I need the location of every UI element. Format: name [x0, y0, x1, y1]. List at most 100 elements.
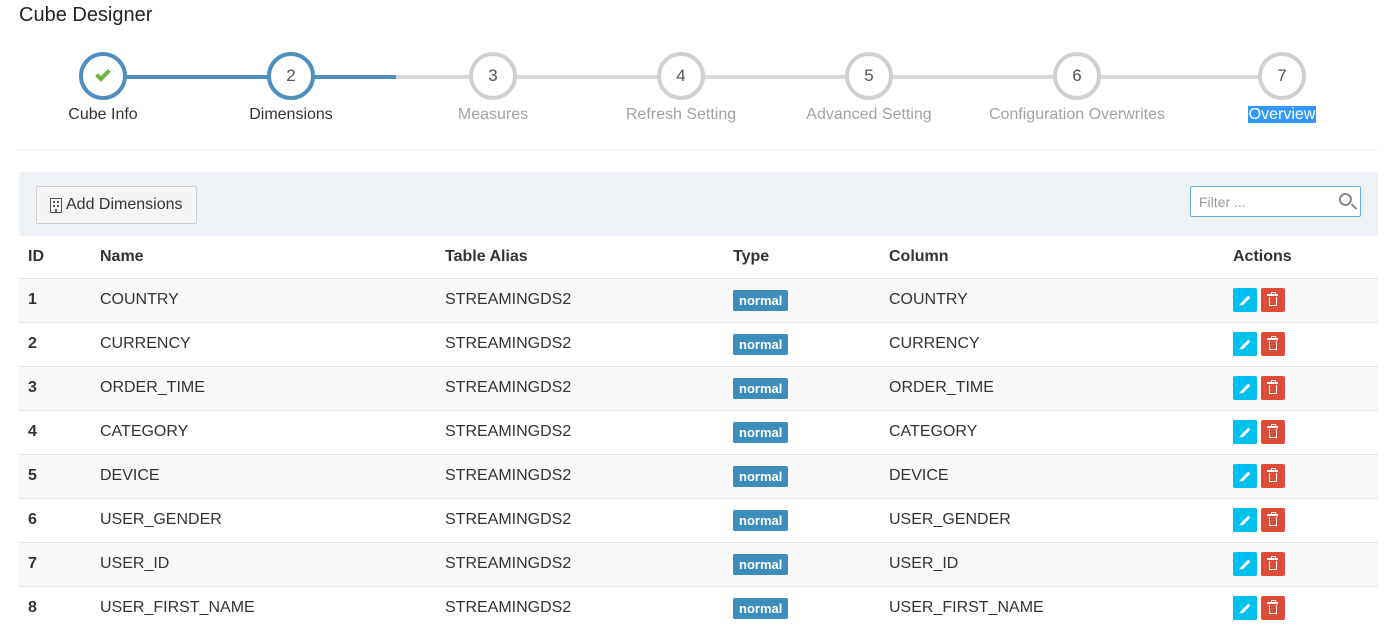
- table-row: 2 CURRENCY STREAMINGDS2 normal CURRENCY: [19, 321, 1378, 366]
- type-badge: normal: [733, 377, 789, 399]
- delete-button[interactable]: [1261, 332, 1285, 356]
- cell-type: normal: [724, 365, 880, 410]
- trash-icon: [1267, 600, 1278, 615]
- step-circle: 7: [1258, 52, 1306, 100]
- cell-id: 6: [19, 497, 91, 542]
- cell-type: normal: [724, 541, 880, 586]
- cell-type: normal: [724, 321, 880, 366]
- cell-column: USER_FIRST_NAME: [880, 585, 1224, 630]
- cell-column: ORDER_TIME: [880, 365, 1224, 410]
- cell-table-alias: STREAMINGDS2: [436, 277, 724, 322]
- cell-type: normal: [724, 409, 880, 454]
- step-circle: 4: [657, 52, 705, 100]
- check-icon: [95, 66, 111, 82]
- trash-icon: [1267, 468, 1278, 482]
- edit-button[interactable]: [1233, 596, 1257, 621]
- type-badge: normal: [733, 289, 789, 311]
- type-badge: normal: [733, 421, 789, 443]
- type-badge: normal: [733, 509, 789, 531]
- cell-name: ORDER_TIME: [91, 365, 436, 410]
- cell-table-alias: STREAMINGDS2: [436, 541, 724, 586]
- search-icon[interactable]: [1339, 193, 1352, 206]
- filter-box: [1190, 186, 1361, 217]
- step-circle: [79, 52, 127, 100]
- edit-button[interactable]: [1233, 332, 1257, 356]
- pencil-icon: [1240, 471, 1250, 481]
- table-row: 8 USER_FIRST_NAME STREAMINGDS2 normal US…: [19, 585, 1378, 630]
- cell-column: CURRENCY: [880, 321, 1224, 366]
- cell-actions: [1224, 541, 1378, 586]
- cell-actions: [1224, 585, 1378, 630]
- cell-type: normal: [724, 497, 880, 542]
- delete-button[interactable]: [1261, 376, 1285, 400]
- trash-icon: [1267, 292, 1278, 306]
- edit-button[interactable]: [1233, 420, 1257, 444]
- type-badge: normal: [733, 553, 789, 575]
- cell-table-alias: STREAMINGDS2: [436, 365, 724, 410]
- table-row: 1 COUNTRY STREAMINGDS2 normal COUNTRY: [19, 277, 1378, 322]
- cell-actions: [1224, 321, 1378, 366]
- cell-actions: [1224, 497, 1378, 542]
- cell-id: 8: [19, 585, 91, 630]
- cell-name: COUNTRY: [91, 277, 436, 322]
- page-title: Cube Designer: [19, 4, 153, 26]
- cell-column: DEVICE: [880, 453, 1224, 498]
- pencil-icon: [1240, 603, 1250, 614]
- table-header-row: ID Name Table Alias Type Column Actions: [19, 236, 1378, 279]
- step-circle: 3: [469, 52, 517, 100]
- cell-name: CATEGORY: [91, 409, 436, 454]
- cell-name: DEVICE: [91, 453, 436, 498]
- table-row: 3 ORDER_TIME STREAMINGDS2 normal ORDER_T…: [19, 365, 1378, 410]
- cell-type: normal: [724, 585, 880, 630]
- cell-name: CURRENCY: [91, 321, 436, 366]
- cell-actions: [1224, 453, 1378, 498]
- filter-input[interactable]: [1191, 187, 1331, 216]
- trash-icon: [1267, 556, 1278, 570]
- wizard-steps: Cube Info 2 Dimensions 3 Measures 4 Refr…: [0, 52, 1388, 142]
- cell-id: 1: [19, 277, 91, 322]
- pencil-icon: [1240, 295, 1250, 305]
- cell-name: USER_FIRST_NAME: [91, 585, 436, 630]
- column-header-column[interactable]: Column: [880, 236, 1224, 279]
- cell-id: 2: [19, 321, 91, 366]
- delete-button[interactable]: [1261, 596, 1285, 621]
- cell-column: COUNTRY: [880, 277, 1224, 322]
- cell-name: USER_GENDER: [91, 497, 436, 542]
- column-header-actions: Actions: [1224, 236, 1378, 279]
- delete-button[interactable]: [1261, 508, 1285, 532]
- step-label: Overview: [1132, 106, 1388, 124]
- delete-button[interactable]: [1261, 288, 1285, 312]
- table-row: 4 CATEGORY STREAMINGDS2 normal CATEGORY: [19, 409, 1378, 454]
- edit-button[interactable]: [1233, 508, 1257, 532]
- cell-column: USER_ID: [880, 541, 1224, 586]
- cell-table-alias: STREAMINGDS2: [436, 409, 724, 454]
- building-icon: [50, 197, 62, 213]
- trash-icon: [1267, 512, 1278, 526]
- type-badge: normal: [733, 465, 789, 487]
- delete-button[interactable]: [1261, 464, 1285, 488]
- dimensions-table: ID Name Table Alias Type Column Actions …: [19, 236, 1378, 630]
- column-header-type[interactable]: Type: [724, 236, 880, 279]
- column-header-name[interactable]: Name: [91, 236, 436, 279]
- wizard-track-done: [103, 75, 291, 79]
- edit-button[interactable]: [1233, 288, 1257, 312]
- edit-button[interactable]: [1233, 464, 1257, 488]
- step-label-selected-text: Overview: [1247, 106, 1317, 123]
- edit-button[interactable]: [1233, 552, 1257, 576]
- pencil-icon: [1240, 427, 1250, 437]
- pencil-icon: [1240, 383, 1250, 393]
- trash-icon: [1267, 336, 1278, 350]
- pencil-icon: [1240, 515, 1250, 525]
- table-row: 5 DEVICE STREAMINGDS2 normal DEVICE: [19, 453, 1378, 498]
- column-header-id[interactable]: ID: [19, 236, 91, 279]
- step-circle: 6: [1053, 52, 1101, 100]
- trash-icon: [1267, 424, 1278, 438]
- column-header-table-alias[interactable]: Table Alias: [436, 236, 724, 279]
- cell-actions: [1224, 277, 1378, 322]
- delete-button[interactable]: [1261, 420, 1285, 444]
- edit-button[interactable]: [1233, 376, 1257, 400]
- delete-button[interactable]: [1261, 552, 1285, 576]
- add-dimensions-button[interactable]: Add Dimensions: [36, 186, 197, 224]
- step-circle: 5: [845, 52, 893, 100]
- cell-name: USER_ID: [91, 541, 436, 586]
